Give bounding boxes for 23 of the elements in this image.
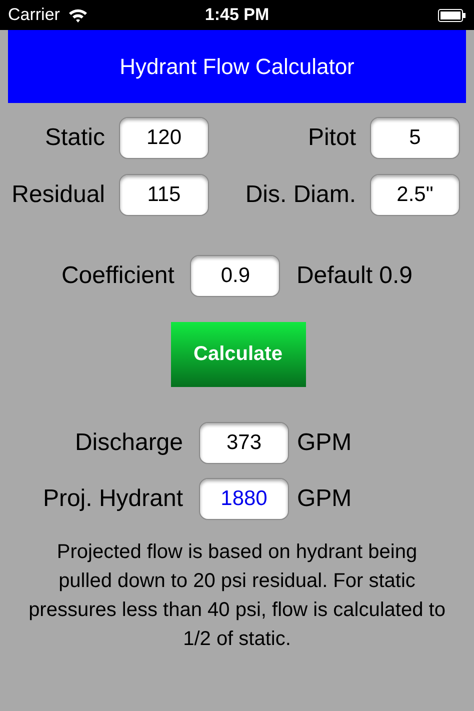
field-label: Dis. Diam. [245, 181, 356, 209]
carrier-label: Carrier [8, 5, 60, 25]
result-label: Discharge [74, 429, 183, 457]
title-bar: Hydrant Flow Calculator [8, 30, 466, 103]
clock-time: 1:45 PM [204, 5, 270, 25]
input-field[interactable]: 5 [370, 117, 460, 159]
field-label: Pitot [308, 124, 356, 152]
input-field[interactable]: 2.5" [370, 174, 460, 216]
unit-label: GPM [297, 429, 353, 457]
result-field[interactable]: 1880 [199, 478, 289, 520]
note-text: Projected flow is based on hydrant being pulled down to 20 psi residual. For static pressures less than 40 psi, flow is calculated to 1/2 of static. [28, 540, 446, 652]
input-field[interactable]: 120 [119, 117, 209, 159]
input-field[interactable]: 115 [119, 174, 209, 216]
default-hint: Default 0.9 [296, 262, 413, 290]
field-label: Residual [12, 181, 105, 209]
field-label: Static [44, 124, 105, 152]
wifi-icon [68, 8, 88, 22]
result-field[interactable]: 373 [199, 422, 289, 464]
input-field[interactable]: 0.9 [190, 255, 280, 297]
unit-label: GPM [297, 485, 353, 513]
battery-icon [438, 8, 466, 22]
field-label: Coefficient [61, 262, 174, 290]
result-label: Proj. Hydrant [42, 485, 183, 513]
